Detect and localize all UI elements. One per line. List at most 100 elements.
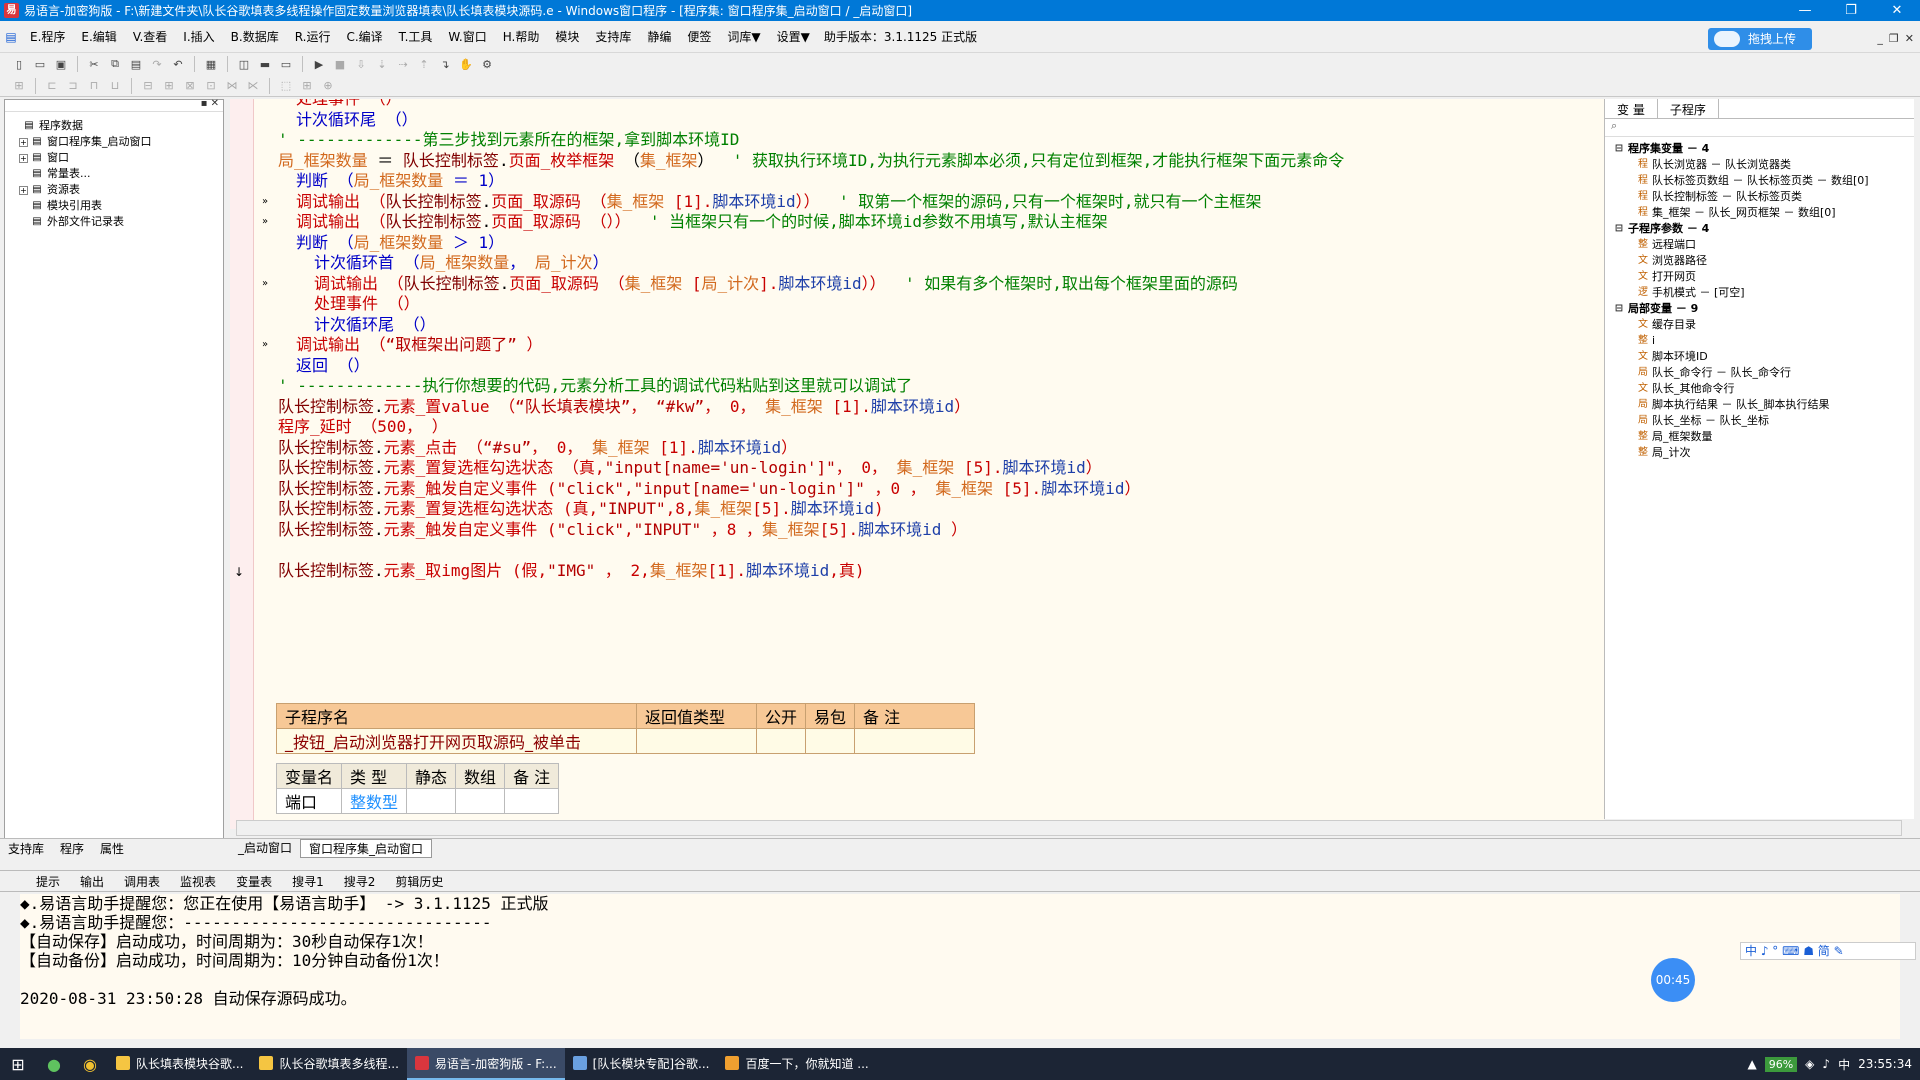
editor-tab[interactable]: 窗口程序集_启动窗口 (300, 839, 433, 858)
code-line[interactable]: 调试输出 （队长控制标签.页面_取源码 （集_框架 [1].脚本环境id）） '… (296, 191, 1262, 213)
volume-icon[interactable]: ♪ (1822, 1057, 1830, 1071)
mdi-restore-button[interactable]: ❐ (1889, 32, 1899, 45)
variable-node[interactable]: ⊟ 程序集变量 － 4 (1609, 141, 1914, 157)
menu-item[interactable]: 支持库 (587, 28, 639, 45)
tree-node[interactable]: ▤ 模块引用表 (11, 198, 223, 214)
table-cell[interactable]: 整数型 (341, 788, 408, 814)
new-file-icon[interactable]: ▯ (10, 55, 28, 73)
grid-icon[interactable]: ⊞ (298, 77, 316, 95)
layout-1-icon[interactable]: ◫ (235, 55, 253, 73)
output-tab[interactable]: 监视表 (170, 873, 226, 890)
taskbar-app[interactable]: 队长谷歌填表多线程... (251, 1048, 406, 1080)
menu-item[interactable]: B.数据库 (223, 28, 287, 45)
step-out-icon[interactable]: ⇡ (415, 55, 433, 73)
step-icon[interactable]: ⇩ (352, 55, 370, 73)
expand-icon[interactable]: + (19, 137, 28, 147)
search-icon[interactable]: ⌕ (1605, 119, 1914, 137)
menu-item[interactable]: I.插入 (175, 28, 222, 45)
find-icon[interactable]: ▦ (202, 55, 220, 73)
code-line[interactable]: 队长控制标签.元素_触发自定义事件 ("click","input[name='… (278, 478, 1140, 500)
menu-item[interactable]: 设置▼ (769, 28, 818, 45)
code-line[interactable]: 局_框架数量 ＝ 队长控制标签.页面_枚举框架 （集_框架） ' 获取执行环境I… (278, 150, 1344, 172)
variable-node[interactable]: 局队长_坐标 － 队长_坐标 (1609, 413, 1914, 429)
code-line[interactable]: 返回 （） (296, 355, 370, 377)
variable-node[interactable]: 整远程端口 (1609, 237, 1914, 253)
copy-icon[interactable]: ⧉ (106, 55, 124, 73)
output-tab[interactable]: 提示 (26, 873, 70, 890)
same-width-icon[interactable]: ⊠ (181, 77, 199, 95)
table-cell[interactable]: 端口 (275, 788, 343, 814)
app-360-icon[interactable]: ● (36, 1048, 72, 1080)
align-bottom-icon[interactable]: ⊔ (106, 77, 124, 95)
taskbar-app[interactable]: 易语言-加密狗版 - F:... (406, 1048, 565, 1080)
output-tab[interactable]: 搜寻1 (282, 873, 334, 890)
collapse-marker-icon[interactable]: » (262, 216, 268, 227)
code-line[interactable]: 调试输出 （队长控制标签.页面_取源码 （集_框架 [局_计次].脚本环境id）… (314, 273, 1238, 295)
expand-icon[interactable] (11, 121, 20, 131)
table-cell[interactable] (455, 788, 506, 814)
variable-node[interactable]: 局队长_命令行 － 队长_命令行 (1609, 365, 1914, 381)
variable-node[interactable]: 文脚本环境ID (1609, 349, 1914, 365)
layout-2-icon[interactable]: ▬ (256, 55, 274, 73)
code-line[interactable]: 计次循环尾 （） (296, 109, 418, 131)
output-tab[interactable]: 搜寻2 (334, 873, 386, 890)
table-cell[interactable] (805, 728, 856, 754)
tab-variable[interactable]: 变 量 (1605, 99, 1658, 118)
variable-node[interactable]: 程队长标签页数组 － 队长标签页类 － 数组[0] (1609, 173, 1914, 189)
run-to-cursor-icon[interactable]: ↴ (436, 55, 454, 73)
code-line[interactable]: 队长控制标签.元素_取img图片 (假,"IMG" ， 2,集_框架[1].脚本… (278, 560, 865, 582)
code-line[interactable]: 队长控制标签.元素_置复选框勾选状态 (真,"INPUT",8,集_框架[5].… (278, 498, 884, 520)
clock[interactable]: 23:55:34 (1858, 1057, 1912, 1071)
menu-item[interactable]: 静编 (639, 28, 679, 45)
menu-item[interactable]: C.编译 (338, 28, 390, 45)
size-icon[interactable]: ⬚ (277, 77, 295, 95)
expand-icon[interactable] (19, 169, 28, 179)
align-icon[interactable]: ⊞ (10, 77, 28, 95)
minimize-button[interactable]: — (1782, 0, 1828, 21)
menu-item[interactable]: 词库▼ (719, 28, 768, 45)
tree-node[interactable]: + ▤ 窗口程序集_启动窗口 (11, 134, 223, 150)
upload-button[interactable]: 拖拽上传 (1708, 28, 1812, 50)
mdi-close-button[interactable]: ✕ (1905, 32, 1914, 45)
horizontal-scrollbar[interactable] (236, 820, 1902, 836)
undo-icon[interactable]: ↶ (169, 55, 187, 73)
variable-node[interactable]: 程集_框架 － 队长_网页框架 － 数组[0] (1609, 205, 1914, 221)
tree-node[interactable]: ▤ 外部文件记录表 (11, 214, 223, 230)
output-tab[interactable]: 输出 (70, 873, 114, 890)
menu-item[interactable]: E.编辑 (73, 28, 124, 45)
code-line[interactable]: 队长控制标签.元素_置value （“队长填表模块”， “#kw”， 0， 集_… (278, 396, 970, 418)
tray-icon[interactable]: ▲ (1747, 1057, 1756, 1071)
menu-item[interactable]: R.运行 (287, 28, 339, 45)
layout-3-icon[interactable]: ▭ (277, 55, 295, 73)
collapse-marker-icon[interactable]: » (262, 339, 268, 350)
code-line[interactable]: 判断 （局_框架数量 ＞ 1） (296, 232, 504, 254)
taskbar-app[interactable]: [队长模块专配]谷歌... (565, 1048, 718, 1080)
center-h-icon[interactable]: ⊟ (139, 77, 157, 95)
output-tab[interactable]: 调用表 (114, 873, 170, 890)
table-cell[interactable] (755, 728, 807, 754)
menu-item[interactable]: 模块 (547, 28, 587, 45)
cut-icon[interactable]: ✂ (85, 55, 103, 73)
same-height-icon[interactable]: ⊡ (202, 77, 220, 95)
tree-node[interactable]: ▤ 程序数据 (11, 118, 223, 134)
output-panel[interactable]: ◆.易语言助手提醒您：您正在使用【易语言助手】 -> 3.1.1125 正式版 ◆… (20, 894, 1900, 1039)
editor-tab[interactable]: _启动窗口 (230, 839, 300, 858)
subroutine-table[interactable]: 子程序名 返回值类型 公开 易包备 注 _按钮_启动浏览器打开网页取源码_被单击 (276, 703, 976, 754)
output-tab[interactable]: 剪辑历史 (385, 873, 453, 890)
mdi-minimize-button[interactable]: _ (1877, 32, 1883, 45)
code-editor[interactable]: 处理事件 （）计次循环尾 （）' -------------第三步找到元素所在的… (230, 99, 1604, 829)
code-line[interactable]: 调试输出 （“取框架出问题了” ） (296, 334, 543, 356)
variable-node[interactable]: 文缓存目录 (1609, 317, 1914, 333)
table-cell[interactable] (406, 788, 457, 814)
collapse-marker-icon[interactable]: » (262, 278, 268, 289)
menu-item[interactable]: 便签 (679, 28, 719, 45)
taskbar-app[interactable]: 百度一下，你就知道 ... (717, 1048, 876, 1080)
space-v-icon[interactable]: ⋉ (244, 77, 262, 95)
tree-node[interactable]: + ▤ 资源表 (11, 182, 223, 198)
redo-icon[interactable]: ↷ (148, 55, 166, 73)
variable-node[interactable]: 文浏览器路径 (1609, 253, 1914, 269)
code-line[interactable]: ' -------------执行你想要的代码,元素分析工具的调试代码粘贴到这里… (278, 375, 912, 397)
variable-node[interactable]: 文队长_其他命令行 (1609, 381, 1914, 397)
variable-node[interactable]: 程队长浏览器 － 队长浏览器类 (1609, 157, 1914, 173)
menu-item[interactable]: V.查看 (125, 28, 175, 45)
